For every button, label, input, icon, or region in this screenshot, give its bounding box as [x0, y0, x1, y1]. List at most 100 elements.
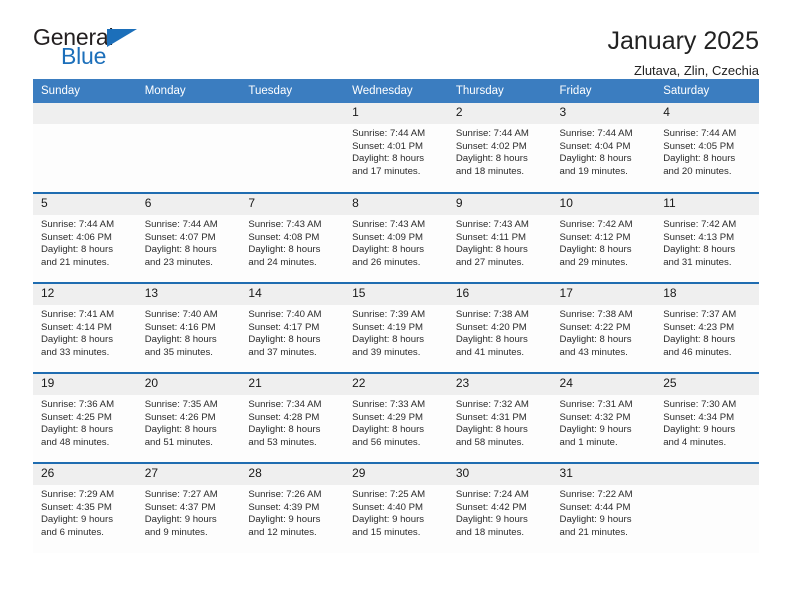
sun-info: Sunrise: 7:42 AM Sunset: 4:13 PM Daylight:… [655, 215, 759, 269]
calendar-day-cell[interactable]: 10 Sunrise: 7:42 AM Sunset: 4:12 PM Dayligh… [551, 192, 656, 283]
blue-triangle-flag-icon [107, 29, 137, 47]
sunrise-text: Sunrise: 7:38 AM [455, 309, 529, 320]
daylight-text-line1: Daylight: 8 hours [144, 424, 217, 436]
calendar-day-cell[interactable]: 22 Sunrise: 7:33 AM Sunset: 4:29 PM Dayligh… [344, 372, 448, 463]
logo-text-blue: Blue [61, 43, 107, 69]
calendar-day-cell-empty [136, 103, 241, 193]
calendar-day-cell[interactable]: 29 Sunrise: 7:25 AM Sunset: 4:40 PM Dayligh… [344, 462, 448, 553]
day-cell-inner: 27 Sunrise: 7:27 AM Sunset: 4:37 PM Dayligh… [136, 464, 241, 553]
calendar-day-cell[interactable]: 7 Sunrise: 7:43 AM Sunset: 4:08 PM Daylight… [240, 192, 345, 283]
sunrise-text: Sunrise: 7:43 AM [352, 219, 426, 230]
calendar-day-cell[interactable]: 2 Sunrise: 7:44 AM Sunset: 4:02 PM Daylight… [447, 103, 552, 193]
sunrise-text: Sunrise: 7:27 AM [144, 489, 218, 500]
sun-info: Sunrise: 7:37 AM Sunset: 4:23 PM Daylight:… [655, 305, 759, 359]
weekday-header-friday: Friday [551, 79, 656, 103]
calendar-day-cell[interactable]: 23 Sunrise: 7:32 AM Sunset: 4:31 PM Dayligh… [447, 372, 552, 463]
daylight-text-line2: and 43 minutes. [559, 346, 628, 358]
sunset-text: Sunset: 4:09 PM [352, 231, 424, 243]
calendar-day-cell[interactable]: 19 Sunrise: 7:36 AM Sunset: 4:25 PM Dayligh… [33, 372, 137, 463]
sunrise-text: Sunrise: 7:25 AM [352, 489, 426, 500]
daylight-text-line2: and 24 minutes. [248, 256, 317, 268]
calendar-day-cell[interactable]: 3 Sunrise: 7:44 AM Sunset: 4:04 PM Daylight… [551, 103, 656, 193]
sun-info: Sunrise: 7:43 AM Sunset: 4:08 PM Daylight:… [240, 215, 344, 269]
day-number: 13 [136, 284, 241, 305]
sunset-text: Sunset: 4:32 PM [559, 411, 631, 423]
calendar-day-cell[interactable]: 11 Sunrise: 7:42 AM Sunset: 4:13 PM Dayligh… [655, 192, 759, 283]
day-cell-inner [33, 103, 137, 192]
calendar-day-cell[interactable]: 9 Sunrise: 7:43 AM Sunset: 4:11 PM Daylight… [447, 192, 552, 283]
sunrise-text: Sunrise: 7:44 AM [352, 128, 426, 139]
day-number: 30 [447, 464, 552, 485]
calendar-day-cell[interactable]: 12 Sunrise: 7:41 AM Sunset: 4:14 PM Dayligh… [33, 282, 137, 373]
calendar-day-cell[interactable]: 4 Sunrise: 7:44 AM Sunset: 4:05 PM Daylight… [655, 103, 759, 193]
sun-info: Sunrise: 7:44 AM Sunset: 4:02 PM Daylight:… [448, 124, 552, 178]
calendar-day-cell[interactable]: 14 Sunrise: 7:40 AM Sunset: 4:17 PM Dayligh… [240, 282, 345, 373]
day-cell-inner: 4 Sunrise: 7:44 AM Sunset: 4:05 PM Daylight… [655, 103, 759, 192]
daylight-text-line2: and 29 minutes. [559, 256, 628, 268]
sunrise-text: Sunrise: 7:44 AM [144, 219, 218, 230]
calendar-day-cell[interactable]: 5 Sunrise: 7:44 AM Sunset: 4:06 PM Daylight… [33, 192, 137, 283]
day-cell-inner: 5 Sunrise: 7:44 AM Sunset: 4:06 PM Daylight… [33, 194, 137, 282]
sun-info: Sunrise: 7:39 AM Sunset: 4:19 PM Daylight:… [344, 305, 448, 359]
sunrise-text: Sunrise: 7:43 AM [455, 219, 529, 230]
day-cell-inner: 10 Sunrise: 7:42 AM Sunset: 4:12 PM Dayligh… [551, 194, 656, 282]
daylight-text-line1: Daylight: 8 hours [559, 153, 632, 165]
daylight-text-line2: and 18 minutes. [455, 165, 525, 177]
calendar-day-cell[interactable]: 21 Sunrise: 7:34 AM Sunset: 4:28 PM Dayligh… [240, 372, 345, 463]
calendar-day-cell-empty [655, 462, 759, 553]
daylight-text-line1: Daylight: 8 hours [455, 153, 528, 165]
calendar-day-cell[interactable]: 6 Sunrise: 7:44 AM Sunset: 4:07 PM Daylight… [136, 192, 241, 283]
calendar-day-cell[interactable]: 27 Sunrise: 7:27 AM Sunset: 4:37 PM Dayligh… [136, 462, 241, 553]
sun-info: Sunrise: 7:33 AM Sunset: 4:29 PM Daylight:… [344, 395, 448, 449]
calendar-day-cell[interactable]: 20 Sunrise: 7:35 AM Sunset: 4:26 PM Dayligh… [136, 372, 241, 463]
day-cell-inner: 26 Sunrise: 7:29 AM Sunset: 4:35 PM Dayligh… [33, 464, 137, 553]
calendar-day-cell[interactable]: 26 Sunrise: 7:29 AM Sunset: 4:35 PM Dayligh… [33, 462, 137, 553]
day-cell-inner: 8 Sunrise: 7:43 AM Sunset: 4:09 PM Daylight… [344, 194, 448, 282]
day-number: 9 [447, 194, 552, 215]
calendar-day-cell[interactable]: 15 Sunrise: 7:39 AM Sunset: 4:19 PM Dayligh… [344, 282, 448, 373]
calendar-day-cell[interactable]: 25 Sunrise: 7:30 AM Sunset: 4:34 PM Dayligh… [655, 372, 759, 463]
daylight-text-line2: and 12 minutes. [248, 526, 317, 538]
weekday-header-wednesday: Wednesday [344, 79, 448, 103]
day-cell-inner: 3 Sunrise: 7:44 AM Sunset: 4:04 PM Daylight… [551, 103, 656, 192]
day-cell-inner: 31 Sunrise: 7:22 AM Sunset: 4:44 PM Dayligh… [551, 464, 656, 553]
sunrise-text: Sunrise: 7:41 AM [41, 309, 115, 320]
sunrise-text: Sunrise: 7:44 AM [41, 219, 115, 230]
daylight-text-line1: Daylight: 8 hours [248, 334, 321, 346]
calendar-day-cell[interactable]: 16 Sunrise: 7:38 AM Sunset: 4:20 PM Dayligh… [447, 282, 552, 373]
day-cell-inner: 29 Sunrise: 7:25 AM Sunset: 4:40 PM Dayligh… [344, 464, 448, 553]
calendar-day-cell[interactable]: 8 Sunrise: 7:43 AM Sunset: 4:09 PM Daylight… [344, 192, 448, 283]
calendar-day-cell[interactable]: 24 Sunrise: 7:31 AM Sunset: 4:32 PM Dayligh… [551, 372, 656, 463]
daylight-text-line2: and 51 minutes. [144, 436, 213, 448]
calendar-day-cell[interactable]: 28 Sunrise: 7:26 AM Sunset: 4:39 PM Dayligh… [240, 462, 345, 553]
sunrise-text: Sunrise: 7:44 AM [455, 128, 529, 139]
calendar-day-cell[interactable]: 1 Sunrise: 7:44 AM Sunset: 4:01 PM Daylight… [344, 103, 448, 193]
sunset-text: Sunset: 4:35 PM [41, 501, 112, 513]
calendar-day-cell[interactable]: 17 Sunrise: 7:38 AM Sunset: 4:22 PM Dayligh… [551, 282, 656, 373]
calendar-day-cell[interactable]: 13 Sunrise: 7:40 AM Sunset: 4:16 PM Dayligh… [136, 282, 241, 373]
day-number: 19 [33, 374, 137, 395]
sun-info: Sunrise: 7:44 AM Sunset: 4:06 PM Daylight:… [33, 215, 137, 269]
sunrise-text: Sunrise: 7:33 AM [352, 399, 426, 410]
sun-info: Sunrise: 7:32 AM Sunset: 4:31 PM Daylight:… [448, 395, 552, 449]
calendar-day-cell[interactable]: 31 Sunrise: 7:22 AM Sunset: 4:44 PM Dayligh… [551, 462, 656, 553]
daylight-text-line1: Daylight: 9 hours [559, 424, 632, 436]
daylight-text-line2: and 46 minutes. [663, 346, 732, 358]
daylight-text-line2: and 21 minutes. [41, 256, 110, 268]
day-number: 18 [655, 284, 759, 305]
calendar-week-row: 1 Sunrise: 7:44 AM Sunset: 4:01 PM Daylight… [33, 103, 759, 193]
weekday-header-row: Sunday Monday Tuesday Wednesday Thursday… [33, 79, 759, 103]
day-number: 22 [344, 374, 448, 395]
day-number: 8 [344, 194, 448, 215]
general-blue-logo[interactable]: General Blue [33, 26, 153, 74]
day-number: 5 [33, 194, 137, 215]
sunset-text: Sunset: 4:13 PM [663, 231, 735, 243]
daylight-text-line2: and 9 minutes. [144, 526, 208, 538]
sunset-text: Sunset: 4:17 PM [248, 321, 320, 333]
daylight-text-line2: and 1 minute. [559, 436, 618, 448]
calendar-day-cell[interactable]: 30 Sunrise: 7:24 AM Sunset: 4:42 PM Dayligh… [447, 462, 552, 553]
sunset-text: Sunset: 4:25 PM [41, 411, 112, 423]
daylight-text-line2: and 58 minutes. [455, 436, 525, 448]
calendar-day-cell[interactable]: 18 Sunrise: 7:37 AM Sunset: 4:23 PM Dayligh… [655, 282, 759, 373]
day-cell-inner [240, 103, 345, 192]
